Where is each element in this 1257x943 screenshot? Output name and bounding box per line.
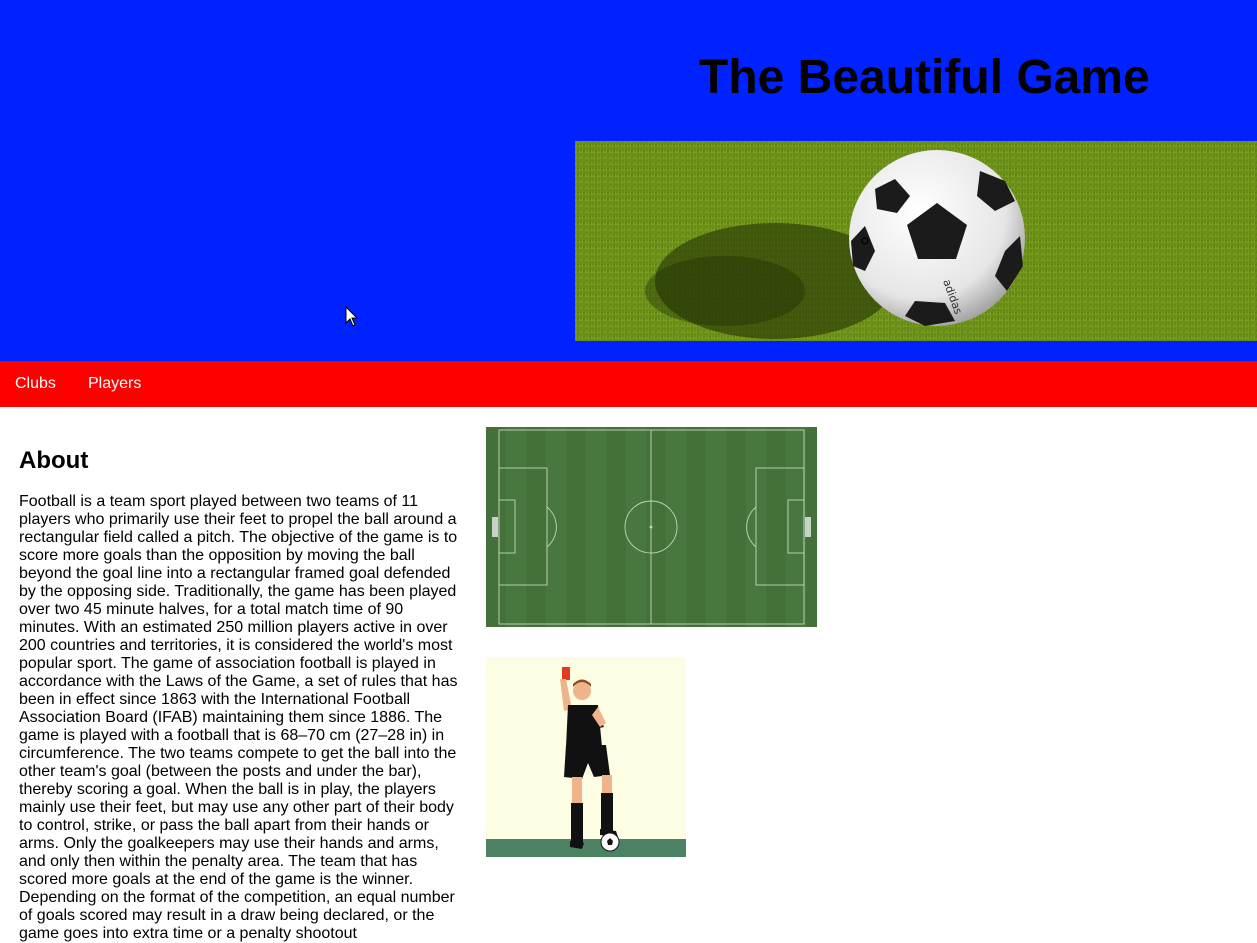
nav-link-players[interactable]: Players [88, 361, 141, 407]
about-section: About Football is a team sport played be… [19, 446, 459, 943]
referee-image [486, 657, 686, 857]
site-header: The Beautiful Game adidas [0, 0, 1257, 361]
main-nav: Clubs Players [0, 361, 1257, 407]
mouse-cursor-icon [345, 306, 359, 327]
about-paragraph: Football is a team sport played between … [19, 493, 458, 942]
pitch-image [486, 427, 817, 627]
nav-link-clubs[interactable]: Clubs [15, 361, 56, 407]
hero-soccer-ball-image: adidas [575, 141, 1257, 341]
about-heading: About [19, 447, 89, 474]
site-title: The Beautiful Game [699, 51, 1150, 104]
